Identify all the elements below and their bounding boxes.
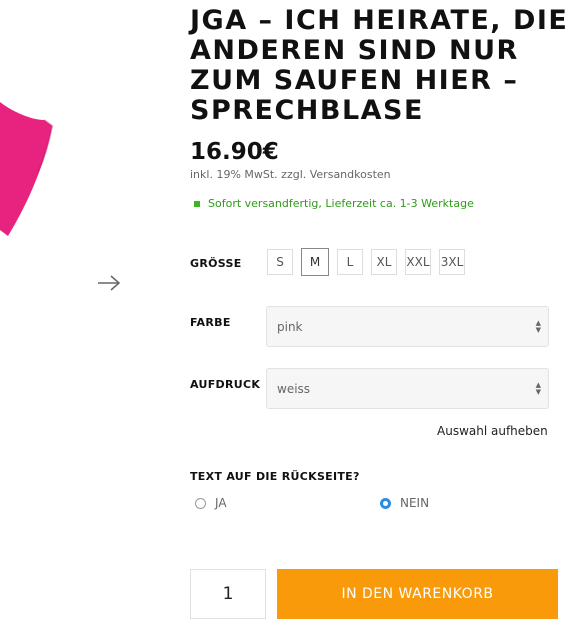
size-label: GRÖSSE bbox=[190, 257, 242, 270]
stock-status: Sofort versandfertig, Lieferzeit ca. 1-3… bbox=[194, 197, 474, 210]
product-price: 16.90€ bbox=[190, 139, 279, 165]
color-select-value: pink bbox=[277, 319, 303, 334]
radio-yes[interactable]: JA bbox=[195, 496, 227, 510]
print-label: AUFDRUCK bbox=[190, 378, 261, 391]
size-option-l[interactable]: L bbox=[337, 249, 363, 275]
add-to-cart-button[interactable]: IN DEN WARENKORB bbox=[277, 569, 558, 619]
select-caret-icon: ▲ ▼ bbox=[535, 319, 541, 334]
print-select-value: weiss bbox=[277, 381, 311, 396]
color-select[interactable]: pink ▲ ▼ bbox=[266, 306, 549, 347]
radio-no-label: NEIN bbox=[400, 496, 430, 510]
stock-indicator-icon bbox=[194, 200, 200, 207]
size-option-xxl[interactable]: XXL bbox=[405, 249, 431, 275]
radio-unchecked-icon[interactable] bbox=[195, 497, 206, 509]
size-option-s[interactable]: S bbox=[267, 249, 293, 275]
size-option-3xl[interactable]: 3XL bbox=[439, 249, 465, 275]
quantity-input[interactable]: 1 bbox=[190, 569, 266, 619]
radio-no[interactable]: NEIN bbox=[380, 496, 429, 510]
back-print-question: TEXT AUF DIE RÜCKSEITE? bbox=[190, 470, 360, 483]
stock-text: Sofort versandfertig, Lieferzeit ca. 1-3… bbox=[208, 197, 474, 210]
size-option-xl[interactable]: XL bbox=[371, 249, 397, 275]
print-select[interactable]: weiss ▲ ▼ bbox=[266, 368, 549, 409]
color-label: FARBE bbox=[190, 316, 231, 329]
size-options: S M L XL XXL 3XL bbox=[267, 248, 473, 276]
reset-selection-link[interactable]: Auswahl aufheben bbox=[437, 424, 548, 438]
select-caret-icon: ▲ ▼ bbox=[535, 381, 541, 396]
radio-checked-icon[interactable] bbox=[380, 497, 391, 509]
radio-yes-label: JA bbox=[215, 496, 227, 510]
arrow-right-icon[interactable] bbox=[96, 273, 122, 293]
product-title: JGA – ICH HEIRATE, DIE ANDEREN SIND NUR … bbox=[190, 5, 569, 126]
vat-note: inkl. 19% MwSt. zzgl. Versandkosten bbox=[190, 168, 391, 181]
product-image[interactable] bbox=[0, 90, 60, 240]
size-option-m[interactable]: M bbox=[301, 248, 329, 276]
